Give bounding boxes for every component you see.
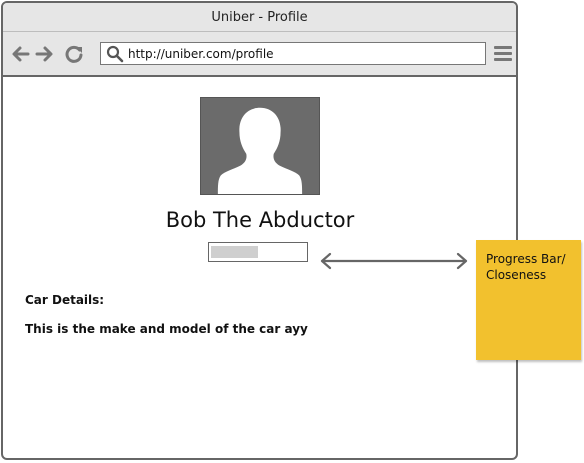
menu-icon[interactable] [494,46,512,62]
back-arrow-icon[interactable] [10,44,30,64]
car-description: This is the make and model of the car ay… [25,322,308,336]
person-silhouette-icon [217,107,303,194]
car-details-label: Car Details: [25,293,105,307]
avatar [200,97,320,195]
double-arrow-connector [318,251,470,271]
search-icon [106,45,124,63]
window-title: Uniber - Profile [3,3,516,32]
forward-arrow-icon[interactable] [35,44,55,64]
sticky-note-line-2: Closeness [486,268,547,282]
sticky-note: Progress Bar/ Closeness [476,240,581,360]
sticky-note-line-1: Progress Bar/ [486,252,566,266]
progress-bar-fill [211,246,258,258]
closeness-progress-bar [208,242,308,262]
url-text: http://uniber.com/profile [128,46,274,61]
browser-toolbar: http://uniber.com/profile [3,32,516,77]
browser-window: Uniber - Profile http://uniber.com/profi… [1,1,518,460]
reload-icon[interactable] [64,44,84,64]
profile-name: Bob The Abductor [165,208,355,232]
address-bar[interactable]: http://uniber.com/profile [100,42,486,65]
